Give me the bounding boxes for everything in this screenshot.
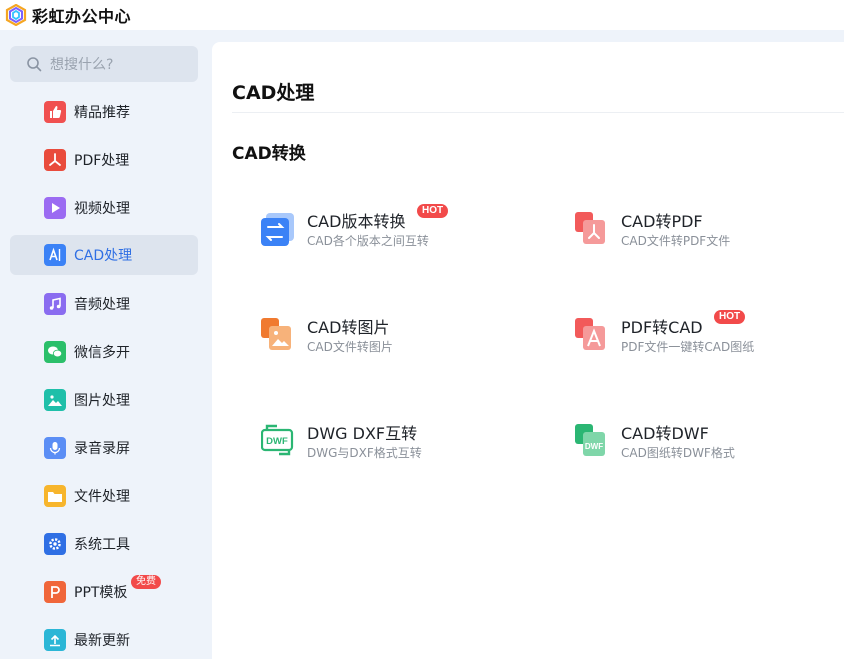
tool-name: CAD转PDF <box>621 212 703 231</box>
cad-to-pdf-icon <box>575 212 605 244</box>
tool-desc: CAD文件转PDF文件 <box>621 234 731 248</box>
sidebar-item-cad[interactable]: CAD处理 <box>10 235 198 275</box>
pdf-to-cad-icon <box>575 318 605 350</box>
sidebar-item-video[interactable]: 视频处理 <box>10 188 198 228</box>
thumbs-up-icon <box>44 101 66 123</box>
tool-name: PDF转CAD <box>621 318 703 337</box>
hot-badge: HOT <box>714 310 746 324</box>
sidebar-item-recommend[interactable]: 精品推荐 <box>10 92 198 132</box>
sidebar-item-updates[interactable]: 最新更新 <box>10 620 198 659</box>
sidebar-item-image[interactable]: 图片处理 <box>10 380 198 420</box>
dwf-icon-text: DWF <box>585 442 603 451</box>
wechat-icon <box>44 341 66 363</box>
tool-desc: CAD图纸转DWF格式 <box>621 446 735 460</box>
music-icon <box>44 293 66 315</box>
sidebar-item-label: 微信多开 <box>74 345 130 361</box>
tool-name: CAD转DWF <box>621 424 709 443</box>
tool-name: CAD版本转换 <box>307 212 406 231</box>
page-title: CAD处理 <box>232 82 315 104</box>
sidebar-item-label: 最新更新 <box>74 633 130 649</box>
sidebar-item-label: 音频处理 <box>74 297 130 313</box>
sidebar: 想搜什么? 精品推荐 PDF处理 视频处理 CAD处理 音频处理 微信多开 图片… <box>0 30 212 659</box>
image-icon <box>44 389 66 411</box>
pdf-icon <box>44 149 66 171</box>
upload-icon <box>44 629 66 651</box>
sidebar-item-record[interactable]: 录音录屏 <box>10 428 198 468</box>
free-badge: 免费 <box>131 575 161 589</box>
tool-cad-to-dwf[interactable]: DWF CAD转DWF CAD图纸转DWF格式 <box>575 420 844 476</box>
version-convert-icon <box>261 213 294 246</box>
main-panel: CAD处理 CAD转换 CAD版本转换 HOT CAD各个版本之间互转 CAD转… <box>212 42 844 659</box>
sidebar-item-wechat[interactable]: 微信多开 <box>10 332 198 372</box>
title-bar: 彩虹办公中心 <box>0 0 844 30</box>
search-input[interactable]: 想搜什么? <box>10 46 198 82</box>
sidebar-item-files[interactable]: 文件处理 <box>10 476 198 516</box>
sidebar-item-system[interactable]: 系统工具 <box>10 524 198 564</box>
cad-to-image-icon <box>261 318 291 350</box>
play-icon <box>44 197 66 219</box>
sidebar-item-label: 系统工具 <box>74 537 130 553</box>
divider <box>232 112 844 113</box>
sidebar-item-label: 图片处理 <box>74 393 130 409</box>
tool-desc: CAD文件转图片 <box>307 340 393 354</box>
sidebar-item-label: PDF处理 <box>74 153 130 169</box>
cad-icon <box>44 244 66 266</box>
tool-cad-to-image[interactable]: CAD转图片 CAD文件转图片 <box>261 314 541 370</box>
ppt-icon <box>44 581 66 603</box>
section-title: CAD转换 <box>232 144 306 164</box>
tool-name: CAD转图片 <box>307 318 390 337</box>
sidebar-item-label: 精品推荐 <box>74 105 130 121</box>
cad-to-dwf-icon: DWF <box>575 424 605 456</box>
search-placeholder: 想搜什么? <box>50 57 114 73</box>
app-title: 彩虹办公中心 <box>32 7 132 26</box>
tool-cad-to-pdf[interactable]: CAD转PDF CAD文件转PDF文件 <box>575 208 844 264</box>
sidebar-item-label: 录音录屏 <box>74 441 130 457</box>
dwf-icon-text: DWF <box>266 436 288 447</box>
tool-desc: PDF文件一键转CAD图纸 <box>621 340 755 354</box>
tool-pdf-to-cad[interactable]: PDF转CAD HOT PDF文件一键转CAD图纸 <box>575 310 844 370</box>
tool-dwg-dxf-convert[interactable]: DWF DWG DXF互转 DWG与DXF格式互转 <box>261 420 541 476</box>
folder-icon <box>44 485 66 507</box>
sidebar-item-audio[interactable]: 音频处理 <box>10 284 198 324</box>
sidebar-item-label: PPT模板 <box>74 585 128 601</box>
sidebar-item-label: 视频处理 <box>74 201 130 217</box>
app-logo-icon <box>5 4 27 26</box>
tool-cad-version-convert[interactable]: CAD版本转换 HOT CAD各个版本之间互转 <box>261 204 541 264</box>
dwg-dxf-icon: DWF <box>261 424 294 456</box>
sidebar-item-label: 文件处理 <box>74 489 130 505</box>
hot-badge: HOT <box>417 204 449 218</box>
tool-desc: CAD各个版本之间互转 <box>307 234 429 248</box>
microphone-icon <box>44 437 66 459</box>
sidebar-item-label: CAD处理 <box>74 248 133 264</box>
sidebar-item-ppt[interactable]: PPT模板 免费 <box>10 572 198 612</box>
sidebar-item-pdf[interactable]: PDF处理 <box>10 140 198 180</box>
tool-name: DWG DXF互转 <box>307 424 418 443</box>
gear-icon <box>44 533 66 555</box>
search-icon <box>27 57 42 72</box>
tool-desc: DWG与DXF格式互转 <box>307 446 422 460</box>
